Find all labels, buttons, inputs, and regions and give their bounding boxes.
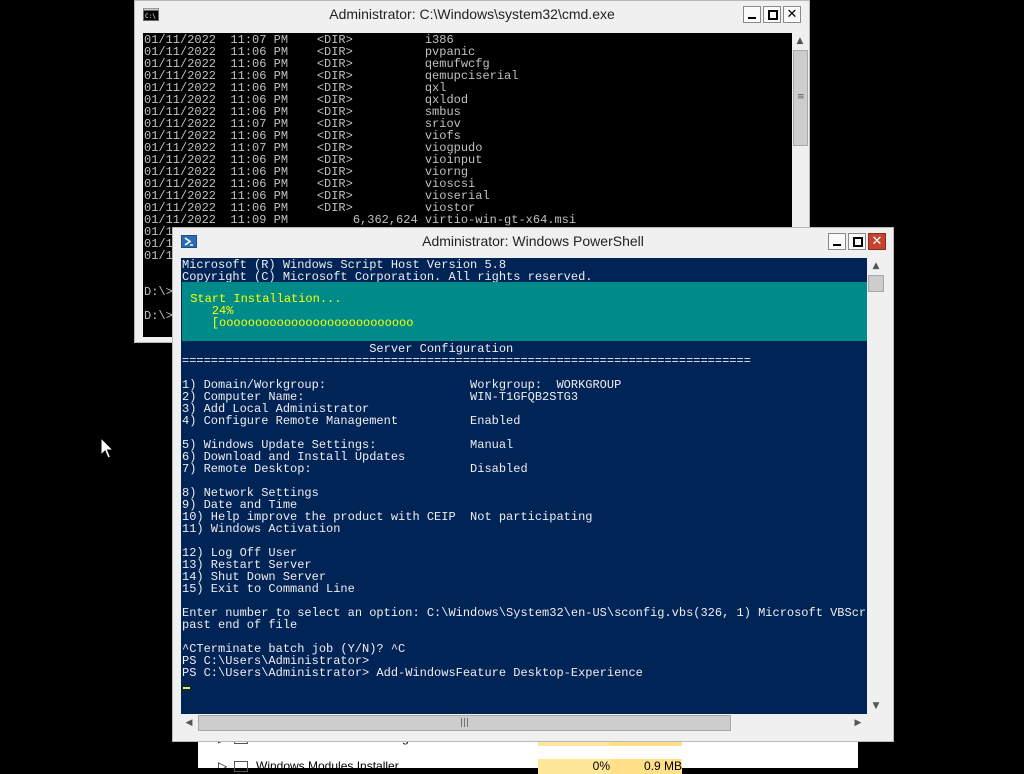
scroll-thumb[interactable]: ≡ xyxy=(793,50,808,146)
scroll-up-icon[interactable]: ▲ xyxy=(792,33,808,49)
text-cursor xyxy=(183,687,190,689)
maximize-button[interactable] xyxy=(848,233,866,250)
console-line: PS C:\Users\Administrator> Add-WindowsFe… xyxy=(182,666,643,680)
horizontal-scrollbar[interactable]: ◀ ||| ▶ xyxy=(181,714,867,732)
console-line: ========================================… xyxy=(182,354,751,368)
process-icon xyxy=(234,761,248,772)
background-task-window: ▷ Windows License Monitoring Serv... 0% … xyxy=(198,731,858,774)
console-line: past end of file xyxy=(182,618,298,632)
window-title: Administrator: C:\Windows\system32\cmd.e… xyxy=(329,6,615,22)
close-button[interactable]: ✕ xyxy=(868,233,886,250)
minimize-icon xyxy=(748,17,756,19)
window-title: Administrator: Windows PowerShell xyxy=(422,233,644,249)
scroll-right-icon[interactable]: ▶ xyxy=(850,715,866,731)
scroll-thumb[interactable]: ||| xyxy=(198,715,731,731)
process-memory: 0.9 MB xyxy=(610,759,682,774)
scroll-up-icon[interactable]: ▲ xyxy=(868,258,884,274)
vertical-scrollbar[interactable]: ▲ ▼ xyxy=(867,258,885,714)
ps-titlebar[interactable]: Administrator: Windows PowerShell ✕ xyxy=(173,228,893,256)
close-icon: ✕ xyxy=(871,234,883,249)
minimize-button[interactable] xyxy=(828,233,846,250)
scroll-thumb[interactable] xyxy=(868,275,884,292)
cmd-titlebar[interactable]: C:\ Administrator: C:\Windows\system32\c… xyxy=(135,1,809,29)
expand-arrow-icon[interactable]: ▷ xyxy=(218,759,227,773)
progress-panel: Start Installation... 24% [ooooooooooooo… xyxy=(182,282,867,341)
minimize-icon xyxy=(833,244,841,246)
scroll-down-icon[interactable]: ▼ xyxy=(868,698,884,714)
console-line: 11) Windows Activation xyxy=(182,522,341,536)
maximize-button[interactable] xyxy=(763,6,781,23)
console-line: 15) Exit to Command Line xyxy=(182,582,355,596)
mouse-pointer-icon xyxy=(100,437,114,459)
maximize-icon xyxy=(853,237,863,247)
process-cpu: 0% xyxy=(538,759,610,774)
console-line: 4) Configure Remote Management Enabled xyxy=(182,414,521,428)
maximize-icon xyxy=(768,10,778,20)
ps-console[interactable]: Microsoft (R) Windows Script Host Versio… xyxy=(181,258,867,714)
console-line: 01/11/2022 11:09 PM 6,362,624 virtio-win… xyxy=(144,213,577,227)
powershell-window[interactable]: Administrator: Windows PowerShell ✕ Micr… xyxy=(172,227,894,742)
process-name: Windows Modules Installer xyxy=(256,759,399,773)
close-button[interactable]: ✕ xyxy=(783,6,801,23)
progress-bar: [ooooooooooooooooooooooooooo xyxy=(183,316,414,330)
list-item[interactable]: ▷ Windows Modules Installer 0% 0.9 MB xyxy=(198,759,858,774)
grip-icon: ||| xyxy=(460,718,470,728)
scroll-left-icon[interactable]: ◀ xyxy=(181,715,197,731)
close-icon: ✕ xyxy=(786,7,798,22)
console-line: 7) Remote Desktop: Disabled xyxy=(182,462,528,476)
minimize-button[interactable] xyxy=(743,6,761,23)
grip-icon: ≡ xyxy=(797,92,805,102)
